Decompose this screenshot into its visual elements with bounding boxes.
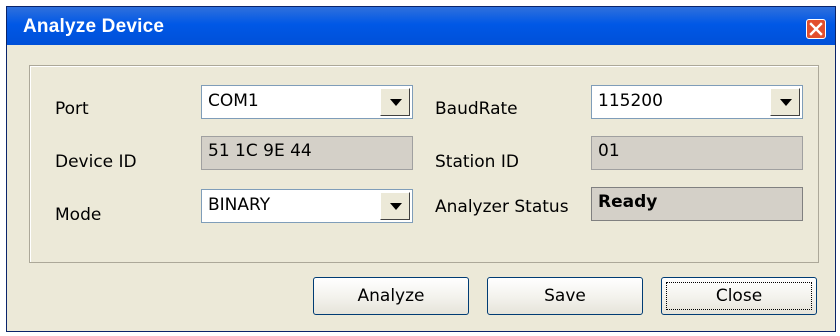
analyze-button[interactable]: Analyze bbox=[313, 277, 469, 315]
analyze-device-dialog: Analyze Device Port COM1 BaudRate 115200… bbox=[6, 6, 836, 332]
analyzer-status-label: Analyzer Status bbox=[435, 197, 569, 217]
chevron-down-icon[interactable] bbox=[380, 192, 410, 220]
close-x-glyph bbox=[809, 22, 823, 36]
window-title: Analyze Device bbox=[23, 16, 165, 37]
chevron-down-icon[interactable] bbox=[770, 88, 800, 116]
close-button[interactable]: Close bbox=[661, 277, 817, 315]
station-id-field: 01 bbox=[591, 136, 803, 170]
port-label: Port bbox=[55, 99, 89, 119]
baudrate-dropdown[interactable]: 115200 bbox=[591, 85, 803, 119]
device-id-value: 51 1C 9E 44 bbox=[208, 141, 312, 161]
analyzer-status-value: Ready bbox=[598, 192, 658, 212]
device-id-label: Device ID bbox=[55, 152, 137, 172]
port-dropdown[interactable]: COM1 bbox=[201, 85, 413, 119]
chevron-down-icon[interactable] bbox=[380, 88, 410, 116]
baudrate-label: BaudRate bbox=[435, 99, 518, 119]
mode-value: BINARY bbox=[208, 195, 271, 215]
port-value: COM1 bbox=[208, 91, 259, 111]
title-bar[interactable]: Analyze Device bbox=[7, 7, 835, 45]
analyzer-status-field: Ready bbox=[591, 187, 803, 221]
station-id-label: Station ID bbox=[435, 152, 519, 172]
device-id-field: 51 1C 9E 44 bbox=[201, 136, 413, 170]
save-button[interactable]: Save bbox=[487, 277, 643, 315]
close-icon[interactable] bbox=[806, 19, 826, 39]
baudrate-value: 115200 bbox=[598, 91, 663, 111]
mode-label: Mode bbox=[55, 205, 102, 225]
mode-dropdown[interactable]: BINARY bbox=[201, 189, 413, 223]
station-id-value: 01 bbox=[598, 141, 620, 161]
